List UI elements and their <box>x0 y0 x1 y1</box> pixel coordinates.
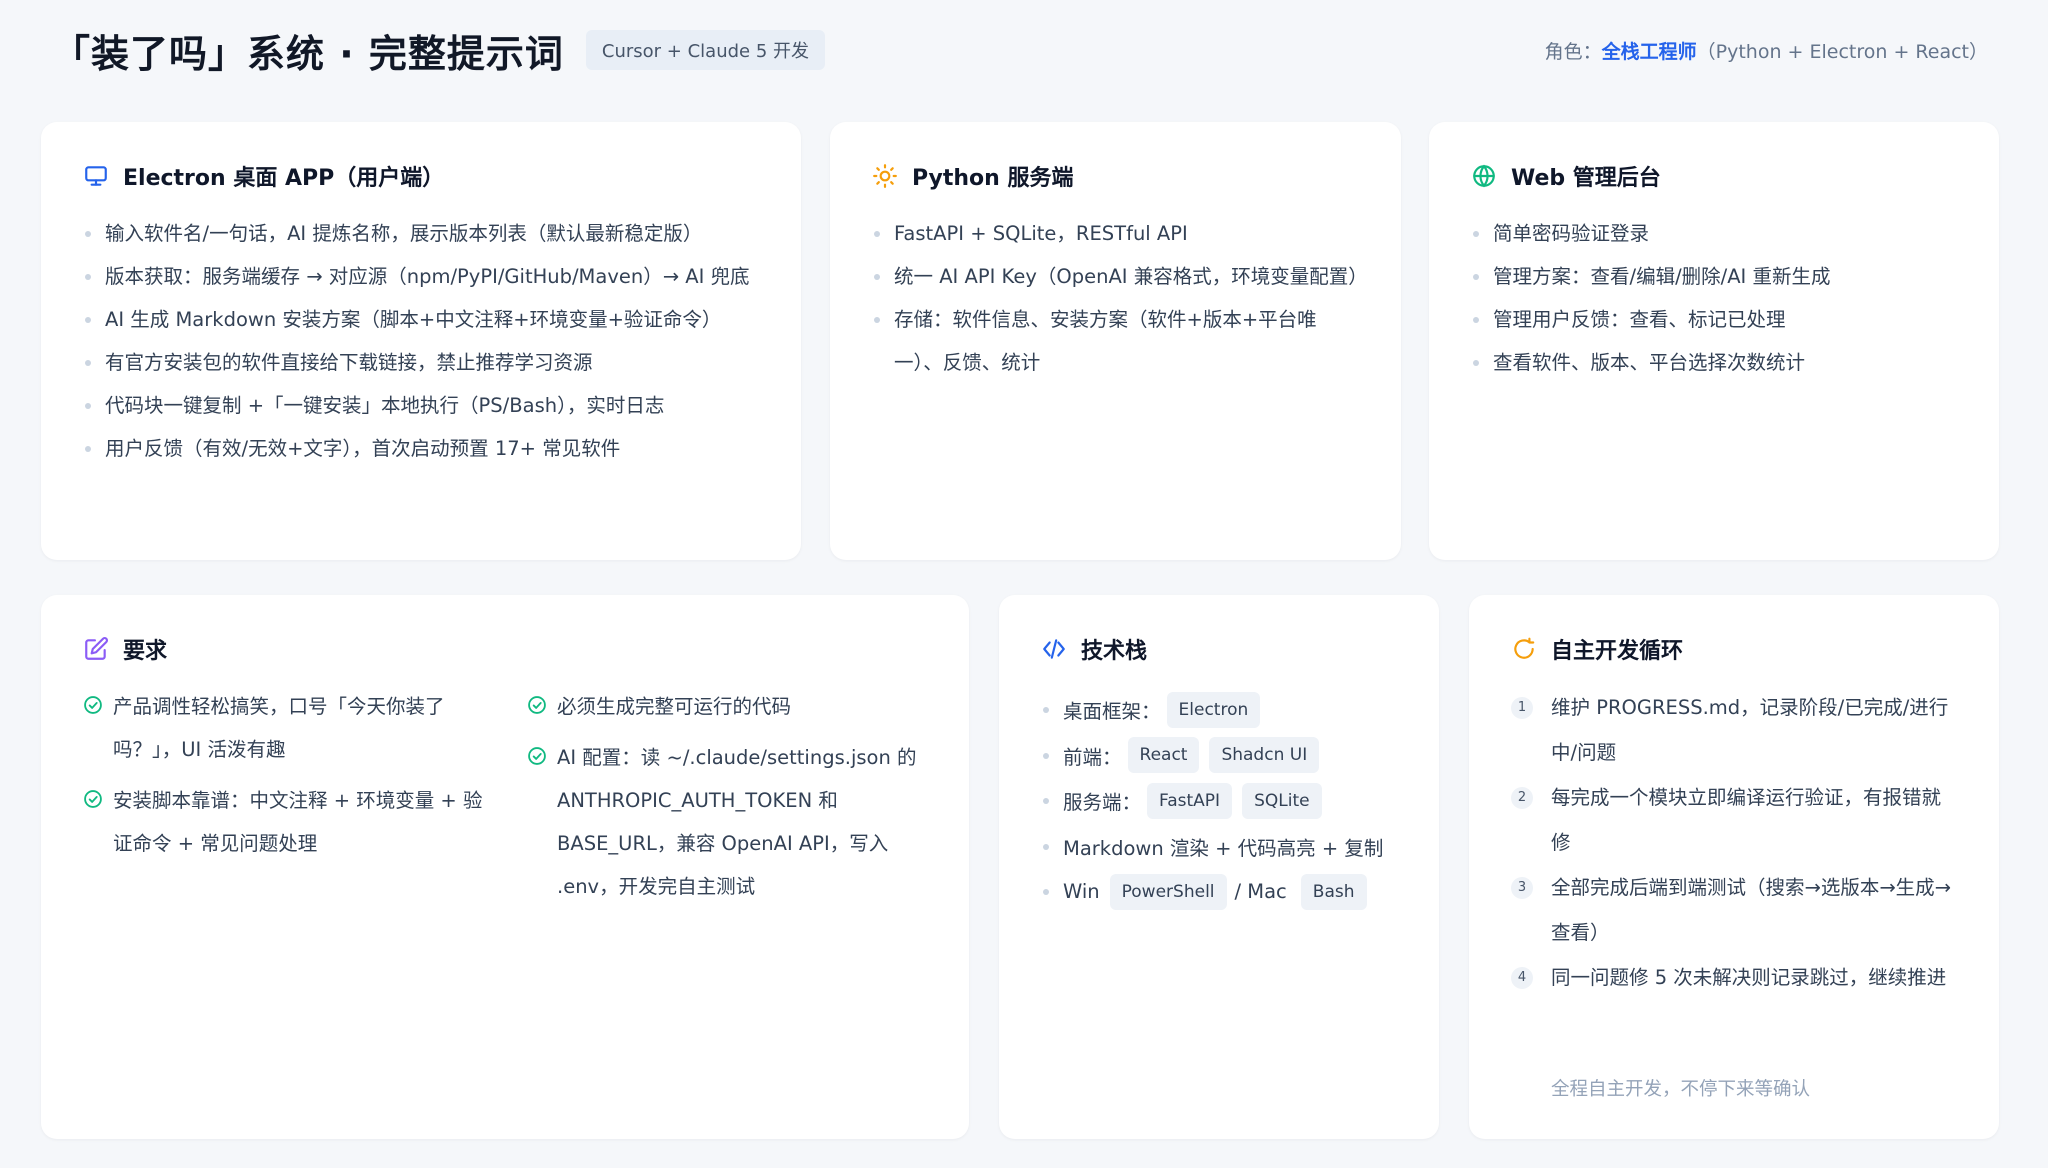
python-card-title: Python 服务端 <box>912 166 1074 191</box>
step-number: 2 <box>1511 787 1533 809</box>
edit-icon <box>85 637 108 660</box>
web-admin-card: Web 管理后台 简单密码验证登录 管理方案：查看/编辑/删除/AI 重新生成 … <box>1429 122 1999 560</box>
page-title: 「装了吗」系统 · 完整提示词 <box>52 31 564 76</box>
list-item: 产品调性轻松搞笑，口号「今天你装了吗？」，UI 活泼有趣 <box>83 685 483 771</box>
tech-chip: SQLite <box>1242 782 1322 819</box>
list-item: FastAPI + SQLite，RESTful API <box>872 212 1361 255</box>
role-info: 角色：全栈工程师（Python + Electron + React） <box>1545 37 1988 64</box>
step-text: 全部完成后端到端测试（搜索→选版本→生成→查看） <box>1551 876 1952 944</box>
check-circle-icon <box>528 696 546 714</box>
list-item: Win PowerShell / Mac Bash <box>1041 869 1409 915</box>
step-number: 1 <box>1511 697 1533 719</box>
requirements-right-list: 必须生成完整可运行的代码 AI 配置：读 ~/.claude/settings.… <box>527 685 937 916</box>
mac-label: / Mac <box>1234 880 1287 904</box>
dev-loop-steps: 1 维护 PROGRESS.md，记录阶段/已完成/进行中/问题 2 每完成一个… <box>1511 685 1959 1000</box>
loop-note: 全程自主开发，不停下来等确认 <box>1551 1079 1811 1100</box>
requirement-text: 产品调性轻松搞笑，口号「今天你装了吗？」，UI 活泼有趣 <box>113 695 445 761</box>
requirements-card: 要求 产品调性轻松搞笑，口号「今天你装了吗？」，UI 活泼有趣 安装脚本靠谱：中… <box>41 595 969 1139</box>
desktop-framework-label: 桌面框架： <box>1063 700 1161 724</box>
dev-loop-card: 自主开发循环 1 维护 PROGRESS.md，记录阶段/已完成/进行中/问题 … <box>1469 595 1999 1139</box>
check-circle-icon <box>84 790 102 808</box>
list-item: 版本获取：服务端缓存 → 对应源（npm/PyPI/GitHub/Maven）→… <box>83 255 761 298</box>
requirement-text: 安装脚本靠谱：中文注释 + 环境变量 + 验证命令 + 常见问题处理 <box>113 789 483 855</box>
list-item: 输入软件名/一句话，AI 提炼名称，展示版本列表（默认最新稳定版） <box>83 212 761 255</box>
tech-stack-card-title: 技术栈 <box>1081 639 1148 664</box>
page-header: 「装了吗」系统 · 完整提示词 Cursor + Claude 5 开发 角色：… <box>52 22 1988 78</box>
step-text: 同一问题修 5 次未解决则记录跳过，继续推进 <box>1551 966 1947 989</box>
dev-loop-card-title: 自主开发循环 <box>1551 639 1684 664</box>
list-item: 查看软件、版本、平台选择次数统计 <box>1471 341 1959 384</box>
list-item: 用户反馈（有效/无效+文字），首次启动预置 17+ 常见软件 <box>83 427 761 470</box>
list-item: AI 生成 Markdown 安装方案（脚本+中文注释+环境变量+验证命令） <box>83 298 761 341</box>
dev-loop-card-header: 自主开发循环 <box>1511 633 1683 665</box>
globe-icon <box>1473 164 1495 188</box>
electron-card: Electron 桌面 APP（用户端） 输入软件名/一句话，AI 提炼名称，展… <box>41 122 801 560</box>
tech-stack-list: 桌面框架： Electron 前端： React Shadcn UI 服务端： … <box>1041 687 1409 915</box>
web-admin-card-title: Web 管理后台 <box>1511 166 1661 191</box>
step-number: 4 <box>1511 967 1533 989</box>
list-item: 服务端： FastAPI SQLite <box>1041 778 1409 824</box>
tech-chip: Bash <box>1300 873 1367 910</box>
list-item: 简单密码验证登录 <box>1471 212 1959 255</box>
tech-chip: FastAPI <box>1147 782 1233 819</box>
list-item: 管理方案：查看/编辑/删除/AI 重新生成 <box>1471 255 1959 298</box>
list-item: 统一 AI API Key（OpenAI 兼容格式，环境变量配置） <box>872 255 1368 298</box>
list-item: 前端： React Shadcn UI <box>1041 733 1409 779</box>
frontend-label: 前端： <box>1063 745 1122 769</box>
list-item: Markdown 渲染 + 代码高亮 + 复制 <box>1041 824 1409 870</box>
step-item: 4 同一问题修 5 次未解决则记录跳过，继续推进 <box>1511 955 1959 1000</box>
tech-stack-card: 技术栈 桌面框架： Electron 前端： React Shadcn UI 服… <box>999 595 1439 1139</box>
tech-chip: React <box>1127 737 1200 774</box>
requirement-text: AI 配置：读 ~/.claude/settings.json 的 ANTHRO… <box>557 746 917 898</box>
list-item: AI 配置：读 ~/.claude/settings.json 的 ANTHRO… <box>527 736 937 908</box>
role-prefix: 角色： <box>1544 40 1602 63</box>
electron-card-header: Electron 桌面 APP（用户端） <box>83 160 444 192</box>
step-text: 每完成一个模块立即编译运行验证，有报错就修 <box>1551 786 1942 854</box>
step-number: 3 <box>1511 877 1533 899</box>
list-item: 桌面框架： Electron <box>1041 687 1409 733</box>
python-card: Python 服务端 FastAPI + SQLite，RESTful API … <box>830 122 1401 560</box>
web-admin-card-header: Web 管理后台 <box>1471 160 1661 192</box>
sun-icon <box>873 164 897 188</box>
markdown-feature: Markdown 渲染 + 代码高亮 + 复制 <box>1063 836 1384 860</box>
role-suffix: （Python + Electron + React） <box>1696 40 1988 63</box>
tech-stack-card-header: 技术栈 <box>1041 633 1147 665</box>
step-item: 3 全部完成后端到端测试（搜索→选版本→生成→查看） <box>1511 865 1959 955</box>
dev-badge: Cursor + Claude 5 开发 <box>585 30 826 70</box>
role-name: 全栈工程师 <box>1601 40 1697 63</box>
requirement-text: 必须生成完整可运行的代码 <box>557 695 792 718</box>
win-label: Win <box>1063 880 1100 904</box>
refresh-icon <box>1514 637 1535 659</box>
list-item: 安装脚本靠谱：中文注释 + 环境变量 + 验证命令 + 常见问题处理 <box>83 779 483 865</box>
page: 「装了吗」系统 · 完整提示词 Cursor + Claude 5 开发 角色：… <box>0 0 2048 1168</box>
tech-chip: PowerShell <box>1109 873 1227 910</box>
step-text: 维护 PROGRESS.md，记录阶段/已完成/进行中/问题 <box>1551 696 1949 764</box>
tech-chip: Shadcn UI <box>1209 737 1320 774</box>
step-item: 1 维护 PROGRESS.md，记录阶段/已完成/进行中/问题 <box>1511 685 1959 775</box>
web-admin-feature-list: 简单密码验证登录 管理方案：查看/编辑/删除/AI 重新生成 管理用户反馈：查看… <box>1471 212 1959 384</box>
list-item: 代码块一键复制 +「一键安装」本地执行（PS/Bash），实时日志 <box>83 384 761 427</box>
code-icon <box>1043 639 1065 659</box>
python-feature-list: FastAPI + SQLite，RESTful API 统一 AI API K… <box>872 212 1368 384</box>
python-card-header: Python 服务端 <box>872 160 1074 192</box>
electron-card-title: Electron 桌面 APP（用户端） <box>123 166 445 191</box>
requirements-left-list: 产品调性轻松搞笑，口号「今天你装了吗？」，UI 活泼有趣 安装脚本靠谱：中文注释… <box>83 685 483 873</box>
list-item: 有官方安装包的软件直接给下载链接，禁止推荐学习资源 <box>83 341 761 384</box>
requirements-card-title: 要求 <box>123 639 168 664</box>
list-item: 存储：软件信息、安装方案（软件+版本+平台唯一）、反馈、统计 <box>872 298 1361 384</box>
list-item: 必须生成完整可运行的代码 <box>527 685 937 728</box>
check-circle-icon <box>528 747 546 765</box>
step-item: 2 每完成一个模块立即编译运行验证，有报错就修 <box>1511 775 1959 865</box>
tech-chip: Electron <box>1166 691 1261 728</box>
list-item: 管理用户反馈：查看、标记已处理 <box>1471 298 1959 341</box>
electron-feature-list: 输入软件名/一句话，AI 提炼名称，展示版本列表（默认最新稳定版） 版本获取：服… <box>83 212 761 470</box>
server-label: 服务端： <box>1063 791 1142 815</box>
check-circle-icon <box>84 696 102 714</box>
requirements-card-header: 要求 <box>83 633 167 665</box>
monitor-icon <box>85 166 107 186</box>
